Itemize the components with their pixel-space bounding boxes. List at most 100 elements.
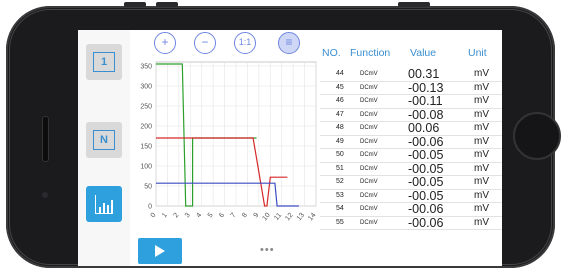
volume-button xyxy=(156,2,178,7)
power-button xyxy=(398,2,430,7)
y-tick-label: 50 xyxy=(144,184,152,191)
sidebar: 1 N xyxy=(78,30,130,266)
row-function: DCmV xyxy=(360,206,378,212)
row-unit: mV xyxy=(474,162,489,174)
x-tick-label: 9 xyxy=(253,212,261,220)
volume-button xyxy=(124,2,146,7)
zoom-in-icon: + xyxy=(161,35,169,49)
multi-window-button[interactable]: N xyxy=(86,122,122,158)
row-value: -00.06 xyxy=(408,134,444,149)
table-row[interactable]: 46 DCmV -00.11 mV xyxy=(320,95,502,109)
row-function: DCmV xyxy=(360,152,378,158)
row-number: 50 xyxy=(336,151,344,158)
table-row[interactable]: 54 DCmV -00.06 mV xyxy=(320,203,502,217)
table-row[interactable]: 47 DCmV -00.08 mV xyxy=(320,107,502,122)
zoom-out-icon: − xyxy=(201,35,209,49)
row-value: -00.08 xyxy=(408,107,444,122)
row-function: DCmV xyxy=(360,192,378,199)
row-function: DCmV xyxy=(360,219,378,226)
earpiece-speaker xyxy=(42,116,49,162)
table-row[interactable]: 44 DCmV 00.31 mV xyxy=(320,68,502,82)
row-value: -00.06 xyxy=(408,215,444,230)
row-function: DCmV xyxy=(360,179,378,185)
row-number: 54 xyxy=(336,205,344,212)
row-function: DCmV xyxy=(360,71,378,77)
menu-button[interactable]: ≡ xyxy=(278,32,300,54)
row-unit: mV xyxy=(474,189,489,201)
table-row[interactable]: 49 DCmV -00.06 mV xyxy=(320,134,502,149)
table-row[interactable]: 52 DCmV -00.05 mV xyxy=(320,176,502,190)
single-window-button[interactable]: 1 xyxy=(86,44,122,80)
multi-window-icon: N xyxy=(93,130,115,150)
row-value: -00.13 xyxy=(408,80,444,95)
table-row[interactable]: 55 DCmV -00.06 mV xyxy=(320,215,502,230)
y-tick-label: 250 xyxy=(140,104,152,111)
single-window-icon: 1 xyxy=(93,52,115,72)
row-number: 51 xyxy=(336,164,344,172)
zoom-out-button[interactable]: − xyxy=(194,32,216,54)
row-number: 52 xyxy=(336,178,344,185)
row-value: 00.06 xyxy=(408,121,440,135)
row-unit: mV xyxy=(474,108,489,120)
header-value: Value xyxy=(410,47,437,59)
multi-window-label: N xyxy=(100,134,108,146)
row-value: -00.05 xyxy=(408,161,444,176)
trend-chart: 0 50 100 150 200 250 300 350 0 1 2 3 4 5 6 7 8 9 10 11 12 13 1… xyxy=(130,56,318,242)
table-header: NO. Function Value Unit xyxy=(320,47,502,63)
table-body: 44 DCmV 00.31 mV 45 DCmV -00.13 mV 46 DCmV -00.11 m… xyxy=(320,68,502,230)
play-button[interactable] xyxy=(138,238,182,264)
x-tick-label: 5 xyxy=(207,212,215,220)
row-number: 49 xyxy=(336,137,344,145)
single-window-label: 1 xyxy=(100,56,108,68)
row-unit: mV xyxy=(474,135,489,147)
table-row[interactable]: 53 DCmV -00.05 mV xyxy=(320,188,502,203)
reset-zoom-icon: 1:1 xyxy=(238,37,252,47)
row-number: 53 xyxy=(336,191,344,199)
row-function: DCmV xyxy=(360,138,378,145)
row-unit: mV xyxy=(474,68,489,79)
phone-frame: 1 N + − 1:1 ≡ 0 50 100 150 200 250 300 350 0 1 2 3 4… xyxy=(6,2,561,268)
row-number: 55 xyxy=(336,218,344,226)
x-tick-label: 13 xyxy=(296,212,306,223)
y-tick-label: 150 xyxy=(140,144,152,151)
x-tick-label: 8 xyxy=(241,212,249,220)
row-unit: mV xyxy=(474,149,489,160)
row-unit: mV xyxy=(474,176,489,187)
x-tick-label: 3 xyxy=(184,212,192,220)
x-tick-label: 10 xyxy=(261,212,271,223)
x-tick-label: 1 xyxy=(161,212,169,220)
row-unit: mV xyxy=(474,122,489,133)
table-row[interactable]: 45 DCmV -00.13 mV xyxy=(320,80,502,95)
row-value: -00.11 xyxy=(408,94,443,108)
y-tick-label: 300 xyxy=(140,84,152,91)
table-row[interactable]: 51 DCmV -00.05 mV xyxy=(320,161,502,176)
table-row[interactable]: 48 DCmV 00.06 mV xyxy=(320,122,502,136)
row-value: -00.06 xyxy=(408,202,444,216)
row-value: -00.05 xyxy=(408,188,444,203)
y-tick-label: 200 xyxy=(140,124,152,131)
readings-table: NO. Function Value Unit 44 DCmV 00.31 mV 45 D… xyxy=(320,30,502,266)
row-number: 44 xyxy=(336,70,344,77)
table-row[interactable]: 50 DCmV -00.05 mV xyxy=(320,149,502,163)
row-function: DCmV xyxy=(360,125,378,131)
more-dots[interactable]: ••• xyxy=(260,244,275,256)
menu-icon: ≡ xyxy=(285,35,293,49)
row-number: 45 xyxy=(336,83,344,91)
x-tick-label: 12 xyxy=(284,212,294,223)
zoom-in-button[interactable]: + xyxy=(154,32,176,54)
app-screen: 1 N + − 1:1 ≡ 0 50 100 150 200 250 300 350 0 1 2 3 4… xyxy=(78,30,502,266)
home-button[interactable] xyxy=(513,112,561,160)
y-tick-label: 100 xyxy=(140,164,152,171)
reset-zoom-button[interactable]: 1:1 xyxy=(234,32,256,54)
row-function: DCmV xyxy=(360,165,378,172)
x-tick-label: 0 xyxy=(150,212,158,220)
row-unit: mV xyxy=(474,203,489,214)
play-icon xyxy=(155,245,165,257)
x-tick-label: 4 xyxy=(195,212,203,220)
row-unit: mV xyxy=(474,216,489,228)
row-number: 47 xyxy=(336,110,344,118)
chart-view-button[interactable] xyxy=(86,186,122,222)
x-tick-label: 6 xyxy=(218,212,226,220)
front-camera xyxy=(42,192,48,198)
y-tick-label: 350 xyxy=(140,64,152,71)
